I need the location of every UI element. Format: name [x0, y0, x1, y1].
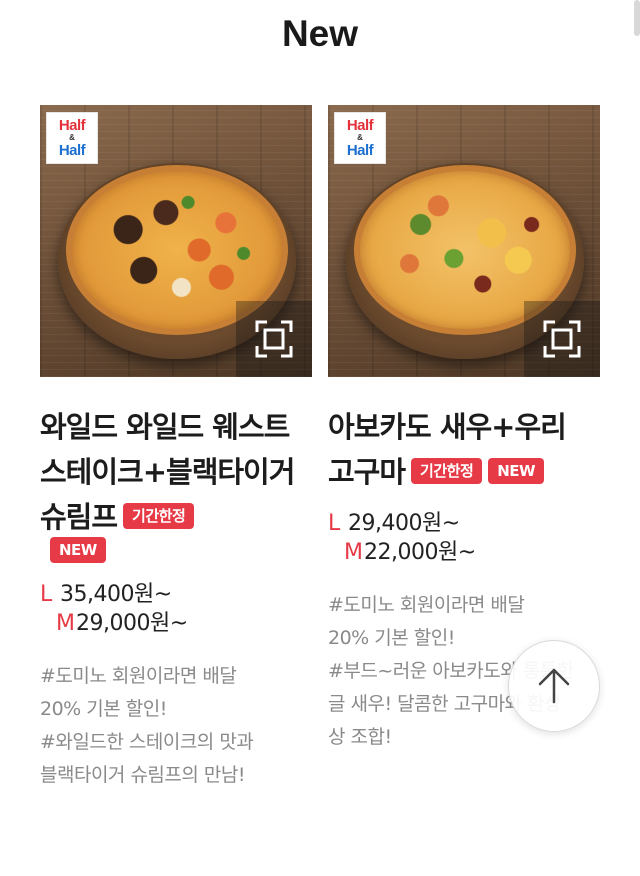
badge-line1: Half — [346, 117, 374, 134]
size-m-label: M — [56, 611, 75, 636]
price-large: L 29,400원~ — [328, 509, 600, 538]
half-and-half-badge: Half & Half — [46, 112, 98, 164]
price-large: L 35,400원~ — [40, 580, 312, 609]
size-m-label: M — [344, 540, 363, 565]
desc-line: 블랙타이거 슈림프의 만남! — [40, 764, 245, 786]
price-m-value: 22,000원~ — [364, 540, 476, 565]
desc-line: #도미노 회원이라면 배달 — [328, 594, 525, 616]
product-card[interactable]: Half & Half 와일드 와일드 웨스트 스테이크+블랙타이거 슈림프 기간… — [40, 105, 312, 792]
scroll-to-top-button[interactable] — [508, 640, 600, 732]
zoom-button[interactable] — [236, 301, 312, 377]
expand-frame-icon — [255, 320, 293, 358]
limited-time-tag: 기간한정 — [411, 458, 483, 484]
half-and-half-badge: Half & Half — [334, 112, 386, 164]
new-tag: NEW — [488, 458, 545, 484]
desc-line: #도미노 회원이라면 배달 — [40, 665, 237, 687]
price-l-value: 35,400원~ — [60, 582, 172, 607]
product-image[interactable]: Half & Half — [328, 105, 600, 377]
product-name[interactable]: 와일드 와일드 웨스트 스테이크+블랙타이거 슈림프 기간한정 — [40, 405, 312, 540]
product-description: #도미노 회원이라면 배달 20% 기본 할인! #와일드한 스테이크의 맛과 … — [40, 660, 312, 792]
limited-time-tag: 기간한정 — [123, 503, 195, 529]
badge-line2: Half — [346, 142, 374, 159]
size-l-label: L — [40, 582, 52, 607]
desc-line: 20% 기본 할인! — [40, 698, 167, 720]
price-list: L 35,400원~ M29,000원~ — [40, 580, 312, 638]
arrow-up-icon — [538, 668, 570, 704]
size-l-label: L — [328, 511, 340, 536]
badge-line2: Half — [58, 142, 86, 159]
price-list: L 29,400원~ M22,000원~ — [328, 509, 600, 567]
new-tag: NEW — [50, 537, 106, 563]
product-image[interactable]: Half & Half — [40, 105, 312, 377]
price-m-value: 29,000원~ — [76, 611, 188, 636]
badge-line1: Half — [58, 117, 86, 134]
badge-amp: & — [69, 133, 75, 142]
badge-amp: & — [357, 133, 363, 142]
zoom-button[interactable] — [524, 301, 600, 377]
price-l-value: 29,400원~ — [348, 511, 460, 536]
product-name[interactable]: 아보카도 새우+우리 고구마 기간한정 NEW — [328, 405, 600, 495]
section-title: New — [281, 13, 359, 54]
price-medium: M22,000원~ — [328, 538, 600, 567]
price-medium: M29,000원~ — [40, 609, 312, 638]
expand-frame-icon — [543, 320, 581, 358]
desc-line: #와일드한 스테이크의 맛과 — [40, 731, 254, 753]
